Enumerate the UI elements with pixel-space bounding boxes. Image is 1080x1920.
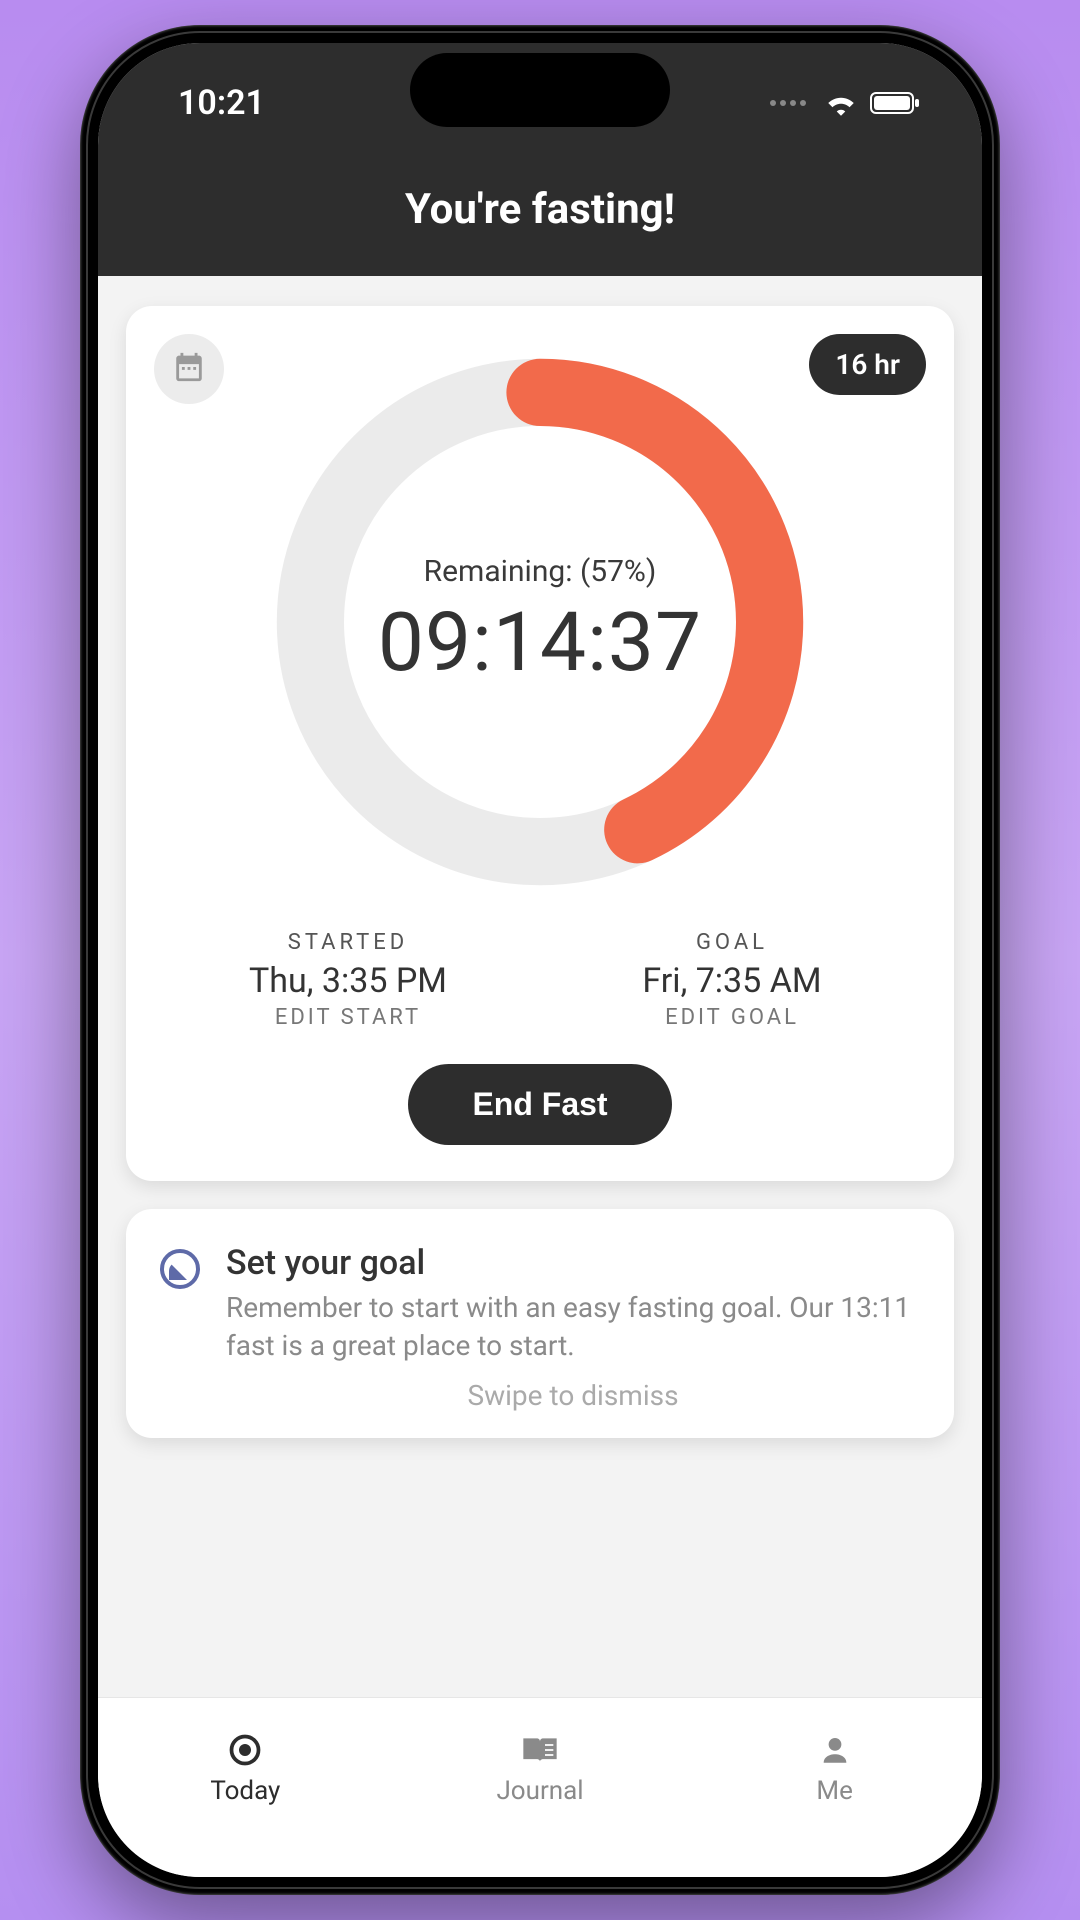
clock-icon: [160, 1249, 200, 1289]
started-label: STARTED: [156, 930, 540, 955]
edit-start-button[interactable]: EDIT START: [156, 1005, 540, 1030]
ring-center: Remaining: (57%) 09:14:37: [260, 342, 820, 902]
started-value: Thu, 3:35 PM: [156, 961, 540, 1001]
goal-value: Fri, 7:35 AM: [540, 961, 924, 1001]
tip-text: Remember to start with an easy fasting g…: [226, 1289, 920, 1365]
tab-me-label: Me: [816, 1776, 853, 1806]
signal-dots-icon: [770, 100, 806, 106]
app-header: You're fasting!: [98, 163, 982, 276]
tip-body: Set your goal Remember to start with an …: [226, 1243, 920, 1412]
progress-ring[interactable]: Remaining: (57%) 09:14:37: [260, 342, 820, 902]
status-icons: [770, 90, 922, 116]
tab-me[interactable]: Me: [687, 1698, 982, 1837]
status-time: 10:21: [178, 83, 265, 123]
tab-today[interactable]: Today: [98, 1698, 393, 1837]
person-icon: [815, 1730, 855, 1770]
end-fast-button[interactable]: End Fast: [408, 1064, 671, 1145]
duration-pill[interactable]: 16 hr: [809, 334, 926, 395]
tab-journal[interactable]: Journal: [393, 1698, 688, 1837]
page-title: You're fasting!: [98, 185, 982, 234]
content-area[interactable]: 16 hr Remaining: (57%) 09:14:37: [98, 276, 982, 1697]
calendar-button[interactable]: [154, 334, 224, 404]
goal-column: GOAL Fri, 7:35 AM EDIT GOAL: [540, 930, 924, 1030]
edit-goal-button[interactable]: EDIT GOAL: [540, 1005, 924, 1030]
progress-ring-wrap: Remaining: (57%) 09:14:37: [156, 342, 924, 902]
journal-icon: [520, 1730, 560, 1770]
tab-journal-label: Journal: [496, 1776, 583, 1806]
battery-icon: [870, 90, 922, 116]
tip-card[interactable]: Set your goal Remember to start with an …: [126, 1209, 954, 1438]
times-row: STARTED Thu, 3:35 PM EDIT START GOAL Fri…: [156, 930, 924, 1030]
calendar-icon: [172, 350, 206, 388]
today-icon: [225, 1730, 265, 1770]
tip-dismiss-hint: Swipe to dismiss: [226, 1379, 920, 1412]
screen: 10:21 You're fasting!: [98, 43, 982, 1877]
timer-value: 09:14:37: [378, 595, 702, 691]
tab-today-label: Today: [210, 1776, 280, 1806]
tab-bar: Today Journal Me: [98, 1697, 982, 1877]
tip-title: Set your goal: [226, 1243, 920, 1283]
goal-label: GOAL: [540, 930, 924, 955]
notch: [410, 53, 670, 127]
phone-frame: 10:21 You're fasting!: [80, 25, 1000, 1895]
started-column: STARTED Thu, 3:35 PM EDIT START: [156, 930, 540, 1030]
remaining-label: Remaining: (57%): [424, 554, 657, 589]
wifi-icon: [824, 90, 858, 116]
timer-card: 16 hr Remaining: (57%) 09:14:37: [126, 306, 954, 1181]
